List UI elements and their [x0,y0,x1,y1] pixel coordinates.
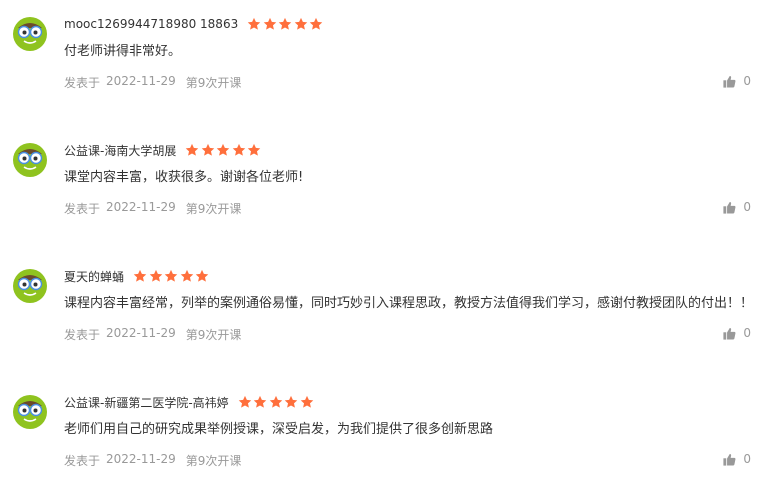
star-icon [253,395,267,408]
star-icon [263,17,276,30]
star-icon [195,269,209,282]
review-item: 夏天的蝉蛹 课程内容丰富经常，列举的案例通俗易懂，同时巧妙引入课程思政，教授方法… [0,252,773,378]
username[interactable]: 公益课-新疆第二医学院-高祎婷 [64,394,229,411]
like-button[interactable]: 0 [723,452,751,466]
star-icon [201,143,215,156]
review-list: mooc1269944718980 18863 付老师讲得非常好。 发表于 20… [0,0,773,484]
avatar-icon [13,395,47,429]
star-icon [164,269,178,282]
review-meta: 发表于 2022-11-29 第9次开课 [64,74,241,91]
star-icon [309,17,323,30]
like-count: 0 [743,200,751,214]
star-icon [232,143,246,156]
star-icon [186,143,199,156]
review-comment: 老师们用自己的研究成果举例授课，深受启发，为我们提供了很多创新思路 [64,422,494,437]
review-meta: 发表于 2022-11-29 第9次开课 [64,200,241,217]
posted-label: 发表于 [64,454,101,468]
rating-stars [247,17,325,31]
star-icon [238,395,251,408]
posted-label: 发表于 [64,328,101,342]
star-icon [248,143,261,156]
name-row: mooc1269944718980 18863 [64,14,325,34]
like-button[interactable]: 0 [723,200,751,214]
username[interactable]: mooc1269944718980 18863 [64,17,238,31]
review-meta: 发表于 2022-11-29 第9次开课 [64,326,241,343]
star-icon [269,395,282,408]
review-comment: 付老师讲得非常好。 [64,44,182,59]
star-icon [133,269,147,282]
like-count: 0 [743,74,751,88]
like-count: 0 [743,452,751,466]
review-date: 2022-11-29 [106,74,176,88]
review-date: 2022-11-29 [106,452,176,466]
posted-label: 发表于 [64,202,101,216]
course-session: 第9次开课 [185,202,242,216]
avatar-icon [13,17,47,51]
review-comment: 课程内容丰富经常，列举的案例通俗易懂，同时巧妙引入课程思政，教授方法值得我们学习… [64,296,754,311]
star-icon [180,269,193,282]
star-icon [300,395,313,408]
star-icon [247,17,261,30]
star-icon [284,395,298,408]
thumbs-up-icon [723,75,736,88]
review-date: 2022-11-29 [106,326,176,340]
thumbs-up-icon [723,327,736,340]
thumbs-up-icon [723,453,736,466]
rating-stars [133,269,211,283]
star-icon [217,143,230,156]
like-button[interactable]: 0 [723,74,751,88]
star-icon [149,269,162,282]
like-button[interactable]: 0 [723,326,751,340]
review-item: 公益课-海南大学胡展 课堂内容丰富，收获很多。谢谢各位老师! 发表于 2022-… [0,126,773,252]
like-count: 0 [743,326,751,340]
posted-label: 发表于 [64,76,101,90]
review-date: 2022-11-29 [106,200,176,214]
course-session: 第9次开课 [185,328,242,342]
course-session: 第9次开课 [185,76,242,90]
avatar[interactable] [12,142,48,178]
review-comment: 课堂内容丰富，收获很多。谢谢各位老师! [64,170,304,185]
avatar[interactable] [12,268,48,304]
star-icon [278,17,292,30]
username[interactable]: 公益课-海南大学胡展 [64,142,176,159]
thumbs-up-icon [723,201,736,214]
username[interactable]: 夏天的蝉蛹 [64,268,124,285]
name-row: 夏天的蝉蛹 [64,266,211,286]
review-meta: 发表于 2022-11-29 第9次开课 [64,452,241,469]
review-item: 公益课-新疆第二医学院-高祎婷 老师们用自己的研究成果举例授课，深受启发，为我们… [0,378,773,504]
review-item: mooc1269944718980 18863 付老师讲得非常好。 发表于 20… [0,0,773,126]
rating-stars [238,395,316,409]
avatar[interactable] [12,394,48,430]
course-session: 第9次开课 [185,454,242,468]
rating-stars [185,143,263,157]
avatar[interactable] [12,16,48,52]
name-row: 公益课-新疆第二医学院-高祎婷 [64,392,315,412]
avatar-icon [13,143,47,177]
star-icon [294,17,307,30]
avatar-icon [13,269,47,303]
name-row: 公益课-海南大学胡展 [64,140,263,160]
